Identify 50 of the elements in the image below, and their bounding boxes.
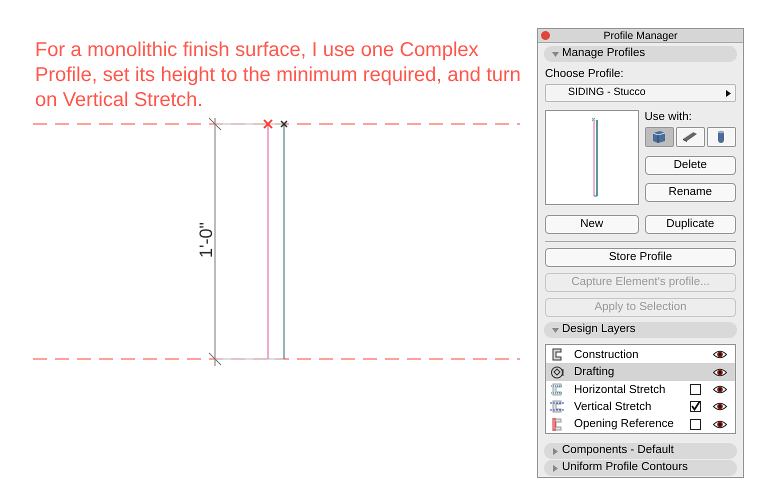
panel-button[interactable]: Store Profile <box>545 248 736 267</box>
layer-row[interactable]: Drafting <box>546 363 735 381</box>
hotspot-icon <box>263 119 273 129</box>
field-label: Choose Profile: <box>545 67 625 81</box>
window-title: Profile Manager <box>603 28 678 42</box>
layer-label: Horizontal Stretch <box>574 382 666 397</box>
dimension-label: 1'-0" <box>196 222 216 258</box>
layer-label: Opening Reference <box>574 417 675 432</box>
checkbox[interactable] <box>690 384 701 396</box>
caret-icon <box>726 90 731 96</box>
checkbox[interactable] <box>690 401 701 412</box>
checkbox[interactable] <box>690 418 701 430</box>
field-label: Use with: <box>644 110 693 124</box>
section-header[interactable]: Components - Default <box>544 443 737 459</box>
use-with-toggle[interactable] <box>706 127 736 147</box>
section-header[interactable]: Manage Profiles <box>544 46 737 62</box>
eye-icon[interactable] <box>713 350 727 360</box>
section-label: Manage Profiles <box>562 46 646 62</box>
use-with-toggle[interactable] <box>676 127 704 147</box>
section-label: Uniform Profile Contours <box>562 460 688 476</box>
panel-button[interactable]: Duplicate <box>644 215 736 234</box>
disclosure-triangle-icon <box>552 326 559 334</box>
section-header[interactable]: Uniform Profile Contours <box>544 460 737 476</box>
section-header[interactable]: Design Layers <box>544 322 737 338</box>
disclosure-triangle-icon <box>552 448 559 454</box>
profile-dropdown[interactable]: SIDING - Stucco <box>545 84 736 102</box>
panel-button[interactable]: Rename <box>644 183 736 202</box>
close-button[interactable] <box>541 31 550 40</box>
panel-button[interactable]: New <box>545 215 638 234</box>
eye-icon[interactable] <box>713 420 727 429</box>
use-with-toggle[interactable] <box>644 127 674 147</box>
layer-label: Vertical Stretch <box>574 400 652 414</box>
disclosure-triangle-icon <box>552 464 559 472</box>
layer-row[interactable]: Construction <box>546 346 735 364</box>
layer-icon <box>550 382 565 398</box>
panel-button[interactable]: Delete <box>644 156 736 175</box>
hotspot-icon <box>280 120 288 128</box>
section-label: Design Layers <box>562 322 636 338</box>
layer-label: Construction <box>574 348 640 362</box>
dropdown-value: SIDING - Stucco <box>568 85 647 100</box>
annotation-text: For a monolithic finish surface, I use one Complex Profile, set its height to the minimum required, and turn on Vertical Stretch. <box>35 38 522 113</box>
block-icon <box>650 128 668 146</box>
eye-icon[interactable] <box>713 368 727 377</box>
disclosure-triangle-icon <box>552 50 559 58</box>
eye-icon[interactable] <box>713 402 727 412</box>
layer-icon <box>550 364 565 380</box>
section-label: Components - Default <box>562 443 674 458</box>
eye-icon[interactable] <box>713 385 727 394</box>
layer-label: Drafting <box>574 365 616 380</box>
layer-icon <box>550 399 565 414</box>
